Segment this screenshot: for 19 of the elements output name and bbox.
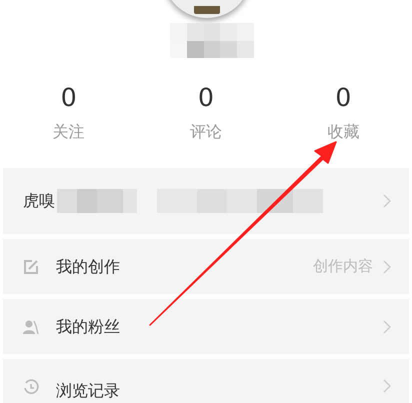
menu-label: 浏览记录 [56, 380, 120, 402]
edit-icon [23, 258, 39, 274]
chevron-icon [383, 260, 391, 274]
menu-row[interactable]: 我的创作 创作内容 [3, 239, 409, 294]
stat-count: 0 [60, 82, 77, 114]
history-icon [23, 379, 39, 395]
menu-label: 虎嗅 [23, 190, 55, 212]
menu-row[interactable]: 虎嗅 [3, 168, 409, 234]
menu-row[interactable]: 我的粉丝 [3, 299, 409, 354]
menu-detail: 创作内容 [313, 256, 373, 278]
menu-label: 我的粉丝 [56, 316, 120, 338]
chevron-icon [383, 320, 391, 334]
menu-label: 我的创作 [56, 256, 120, 278]
person-icon [23, 318, 39, 334]
stat-count: 0 [335, 82, 352, 114]
menu-row[interactable]: 浏览记录 [3, 359, 409, 403]
stat-count: 0 [198, 82, 214, 114]
chevron-icon [383, 194, 391, 208]
chevron-icon [383, 379, 391, 393]
